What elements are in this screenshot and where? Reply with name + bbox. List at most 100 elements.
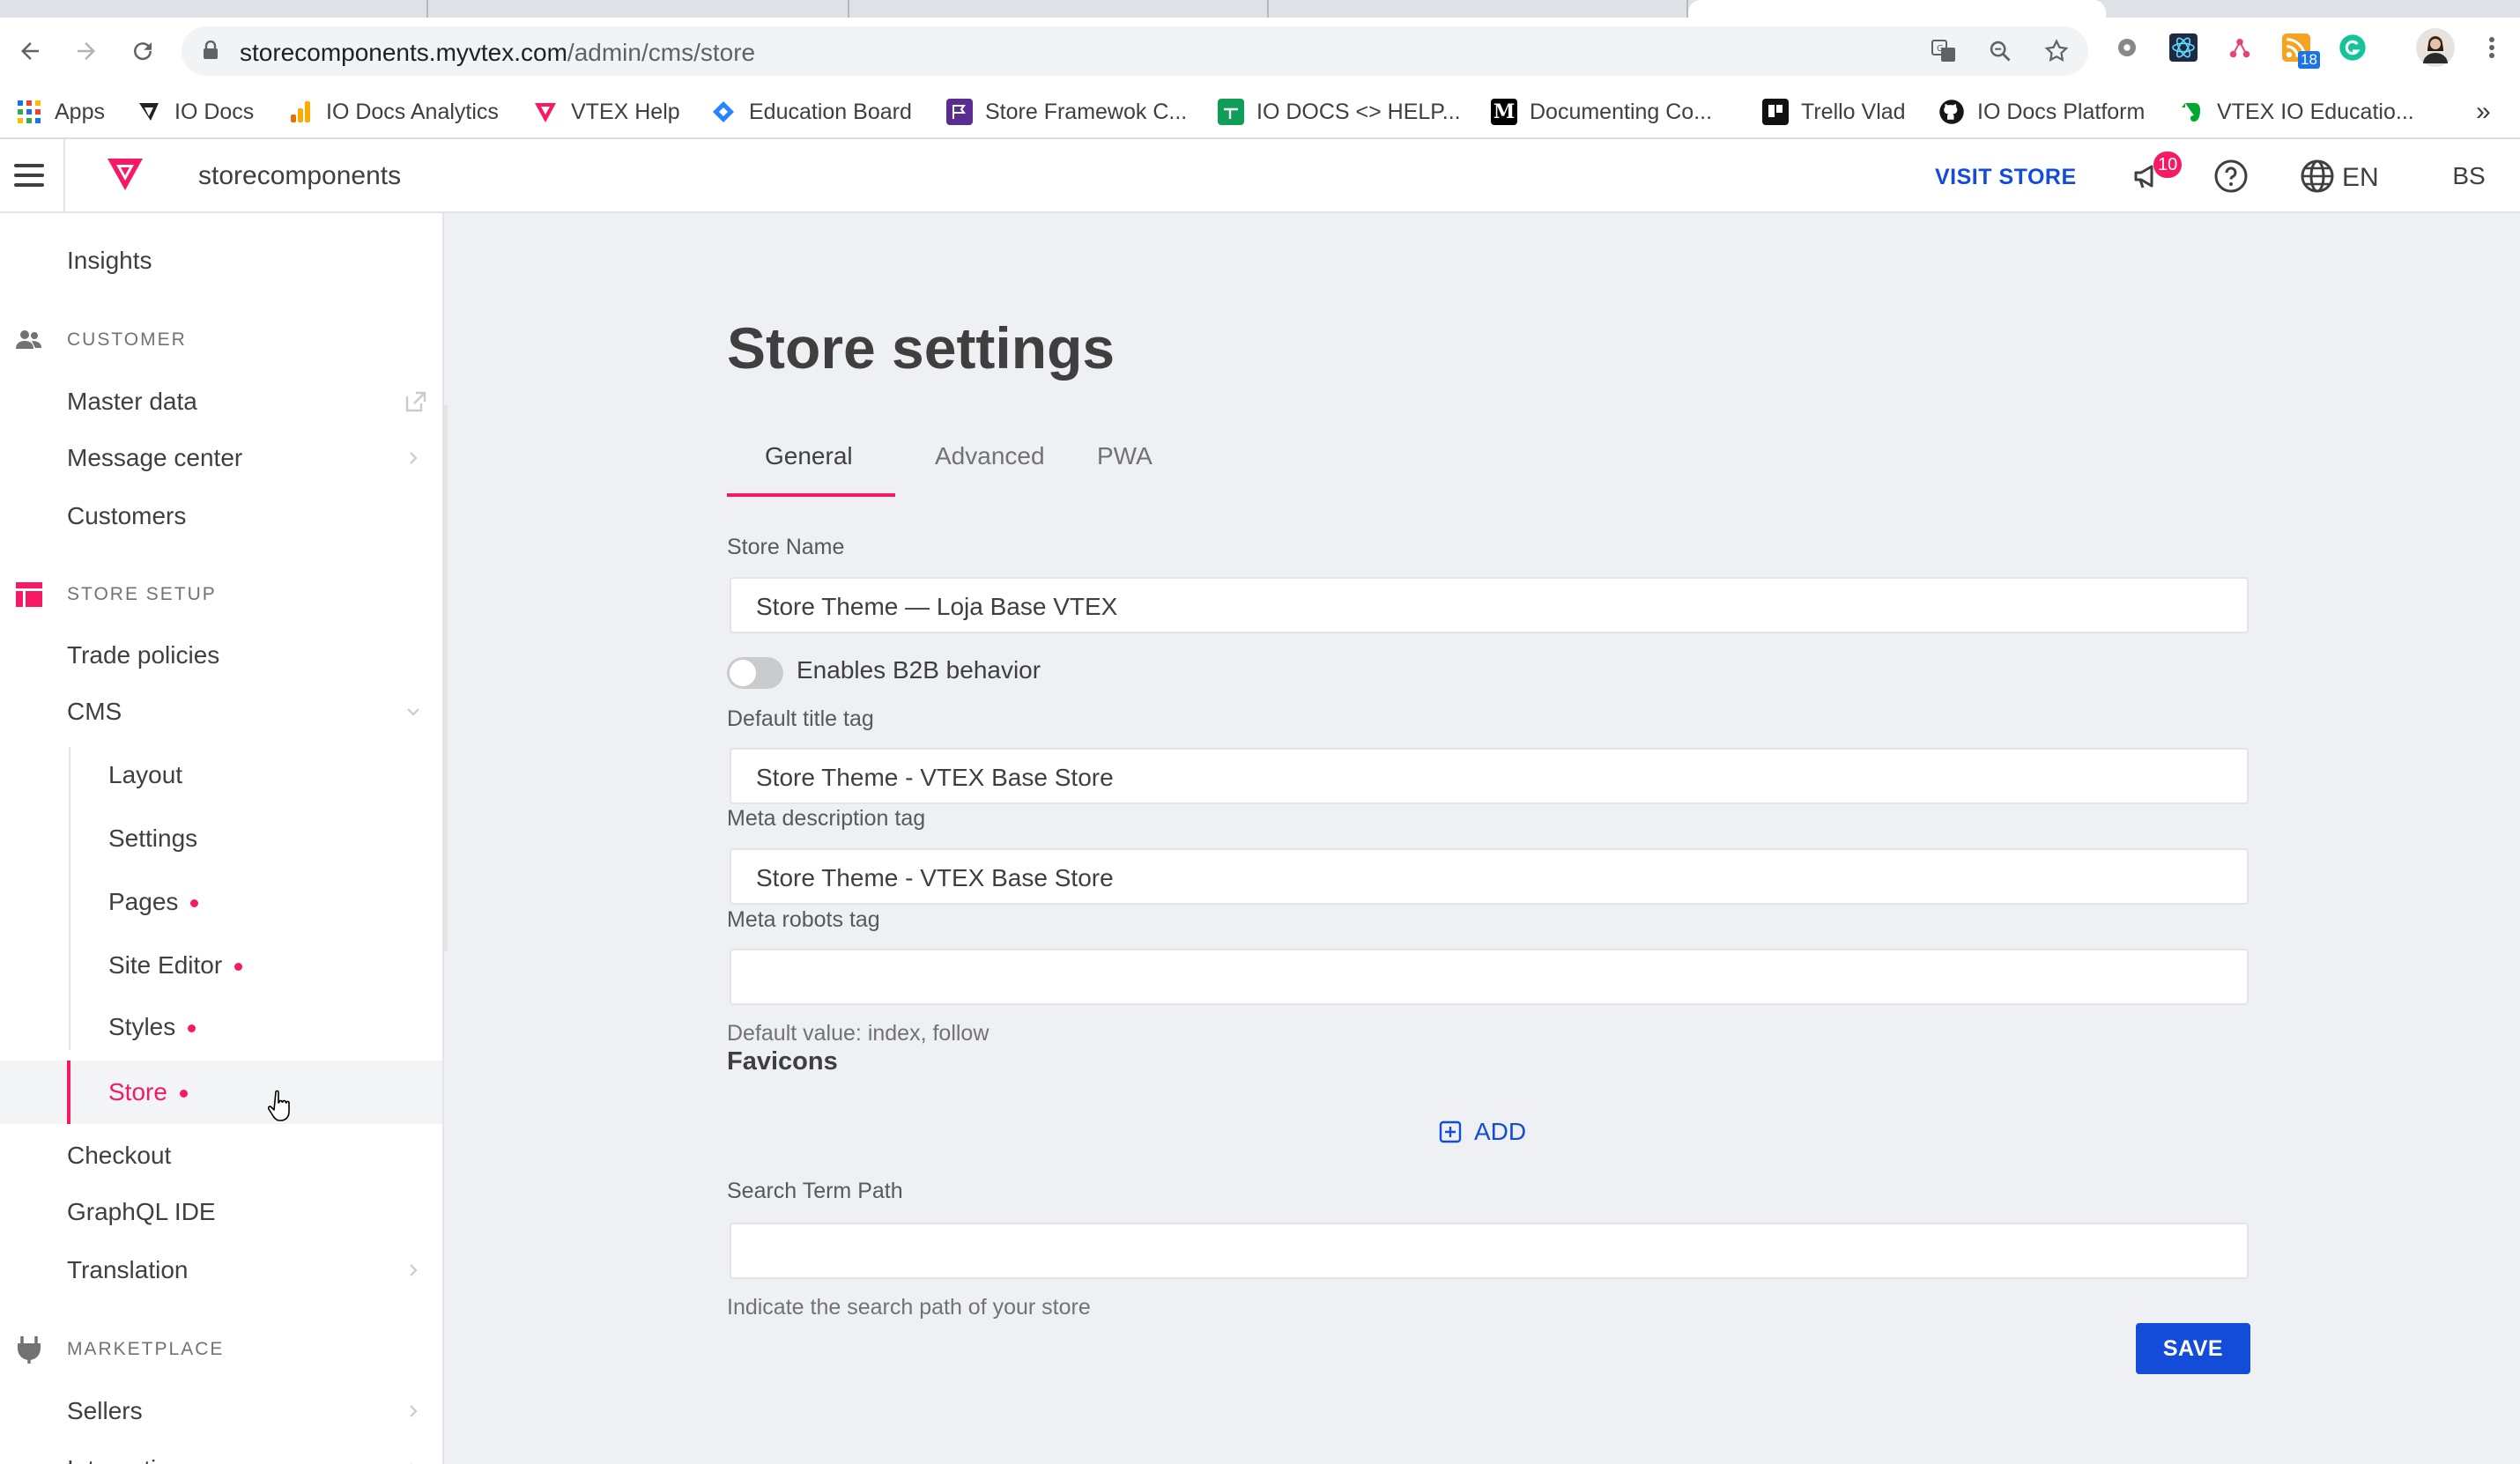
b2b-toggle-label: Enables B2B behavior xyxy=(797,656,1041,684)
rss-extension-icon[interactable]: 18 xyxy=(2280,32,2320,69)
translate-icon[interactable]: G xyxy=(1930,37,1958,65)
browser-menu-icon[interactable] xyxy=(2476,32,2508,63)
sidebar-item-sellers[interactable]: Sellers xyxy=(0,1383,442,1439)
bookmark-io-docs-help[interactable]: IO DOCS <> HELP... xyxy=(1218,97,1461,127)
graph-extension-icon[interactable] xyxy=(2224,32,2256,63)
sidebar-item-trade-policies[interactable]: Trade policies xyxy=(0,627,442,684)
admin-sidebar: Insights CUSTOMER Master data Message ce… xyxy=(0,213,444,1464)
title-tag-value: Store Theme - VTEX Base Store xyxy=(756,764,1114,791)
help-icon[interactable] xyxy=(2213,159,2249,194)
browser-tab[interactable] xyxy=(428,0,849,18)
tab-advanced[interactable]: Advanced xyxy=(935,442,1045,497)
sidebar-item-styles[interactable]: Styles xyxy=(0,999,442,1055)
react-devtools-icon[interactable] xyxy=(2168,32,2199,63)
bookmark-documenting[interactable]: M Documenting Co... xyxy=(1491,97,1712,127)
grammarly-icon[interactable] xyxy=(2337,32,2368,63)
meta-description-label: Meta description tag xyxy=(727,806,926,831)
chevron-right-icon xyxy=(410,1264,418,1276)
profile-avatar-icon[interactable] xyxy=(2416,28,2455,67)
sidebar-item-message-center[interactable]: Message center xyxy=(0,430,442,486)
extension-gear-icon[interactable] xyxy=(2111,32,2143,63)
medium-icon: M xyxy=(1491,99,1517,125)
sidebar-item-label: Message center xyxy=(67,444,243,471)
header-store-name: storecomponents xyxy=(198,161,402,190)
browser-tab[interactable] xyxy=(0,0,428,18)
sidebar-item-label: Insights xyxy=(67,247,152,274)
sidebar-item-customers[interactable]: Customers xyxy=(0,488,442,544)
unsaved-dot xyxy=(190,899,199,908)
globe-icon[interactable] xyxy=(2300,159,2335,194)
bookmark-label: Trello Vlad xyxy=(1801,99,1906,124)
sidebar-item-pages[interactable]: Pages xyxy=(0,874,442,930)
forward-icon[interactable] xyxy=(67,32,106,70)
sidebar-item-insights[interactable]: Insights xyxy=(0,233,442,289)
vtex-logo-icon[interactable] xyxy=(106,157,145,192)
search-term-label: Search Term Path xyxy=(727,1179,903,1203)
bookmark-star-icon[interactable] xyxy=(2042,37,2071,65)
analytics-icon xyxy=(287,99,314,125)
sidebar-item-cms[interactable]: CMS xyxy=(0,684,442,740)
url-host: storecomponents.myvtex.com xyxy=(240,39,567,66)
board-flag-icon xyxy=(946,99,973,125)
user-avatar[interactable]: BS xyxy=(2444,153,2494,199)
reload-icon[interactable] xyxy=(123,32,162,70)
bookmarks-overflow[interactable]: » xyxy=(2476,97,2491,127)
add-square-icon xyxy=(1439,1120,1462,1143)
b2b-toggle[interactable] xyxy=(727,657,783,689)
sidebar-item-settings[interactable]: Settings xyxy=(0,810,442,867)
sidebar-item-checkout[interactable]: Checkout xyxy=(0,1128,442,1184)
search-term-input[interactable] xyxy=(730,1223,2249,1279)
save-button[interactable]: SAVE xyxy=(2136,1323,2250,1374)
sidebar-item-integrations[interactable]: Integrations xyxy=(0,1441,442,1464)
zoom-icon[interactable] xyxy=(1986,37,2014,65)
favicons-heading: Favicons xyxy=(727,1047,838,1076)
svg-text:G: G xyxy=(1937,44,1944,54)
sidebar-item-translation[interactable]: Translation xyxy=(0,1242,442,1298)
sidebar-item-label: Styles xyxy=(108,1013,176,1040)
section-label: STORE SETUP xyxy=(67,584,217,604)
bookmark-education-board[interactable]: Education Board xyxy=(710,97,912,127)
vtex-io-icon xyxy=(136,99,162,125)
browser-tab[interactable] xyxy=(849,0,1269,18)
sidebar-item-site-editor[interactable]: Site Editor xyxy=(0,937,442,994)
bookmark-store-framework[interactable]: Store Framewok C... xyxy=(946,97,1187,127)
sidebar-item-layout[interactable]: Layout xyxy=(0,747,442,803)
visit-store-link[interactable]: VISIT STORE xyxy=(1935,165,2077,190)
bookmark-label: IO Docs Platform xyxy=(1977,99,2146,124)
language-selector[interactable]: EN xyxy=(2342,163,2379,193)
bookmark-io-docs-analytics[interactable]: IO Docs Analytics xyxy=(287,97,499,127)
bookmark-vtex-help[interactable]: VTEX Help xyxy=(532,97,680,127)
add-favicon-button[interactable]: ADD xyxy=(1439,1116,1526,1148)
sidebar-item-label: Master data xyxy=(67,388,197,415)
store-name-input[interactable]: Store Theme — Loja Base VTEX xyxy=(730,577,2249,633)
sidebar-section-marketplace: MARKETPLACE xyxy=(0,1327,442,1372)
sidebar-item-label: CMS xyxy=(67,698,122,725)
bookmark-io-docs-platform[interactable]: IO Docs Platform xyxy=(1938,97,2145,127)
tab-pwa[interactable]: PWA xyxy=(1097,442,1153,497)
bookmark-vtex-io-education[interactable]: VTEX IO Educatio... xyxy=(2178,97,2414,127)
sidebar-item-master-data[interactable]: Master data xyxy=(0,373,442,430)
sidebar-item-label: Site Editor xyxy=(108,951,223,979)
browser-tab[interactable] xyxy=(1269,0,1688,18)
hamburger-menu-icon[interactable] xyxy=(14,164,44,189)
bookmark-label: Apps xyxy=(55,99,105,124)
browser-tab-active[interactable] xyxy=(1688,0,2106,18)
sidebar-item-store[interactable]: Store xyxy=(0,1061,442,1124)
title-tag-input[interactable]: Store Theme - VTEX Base Store xyxy=(730,748,2249,804)
sidebar-item-graphql-ide[interactable]: GraphQL IDE xyxy=(0,1184,442,1240)
meta-description-input[interactable]: Store Theme - VTEX Base Store xyxy=(730,848,2249,905)
tab-general[interactable]: General xyxy=(765,442,853,497)
bookmark-apps[interactable]: Apps xyxy=(16,97,105,127)
bookmark-io-docs[interactable]: IO Docs xyxy=(136,97,254,127)
search-term-helper: Indicate the search path of your store xyxy=(727,1295,1091,1320)
back-icon[interactable] xyxy=(11,32,49,70)
bookmark-label: VTEX IO Educatio... xyxy=(2217,99,2414,124)
bookmark-trello-vlad[interactable]: Trello Vlad xyxy=(1762,97,1906,127)
bookmark-label: VTEX Help xyxy=(571,99,680,124)
bookmark-label: IO Docs Analytics xyxy=(326,99,499,124)
sheets-icon xyxy=(1218,99,1244,125)
address-bar[interactable]: storecomponents.myvtex.com/admin/cms/sto… xyxy=(182,26,2088,76)
meta-robots-input[interactable] xyxy=(730,949,2249,1005)
meta-robots-helper: Default value: index, follow xyxy=(727,1021,989,1046)
sidebar-item-label: Sellers xyxy=(67,1397,143,1424)
